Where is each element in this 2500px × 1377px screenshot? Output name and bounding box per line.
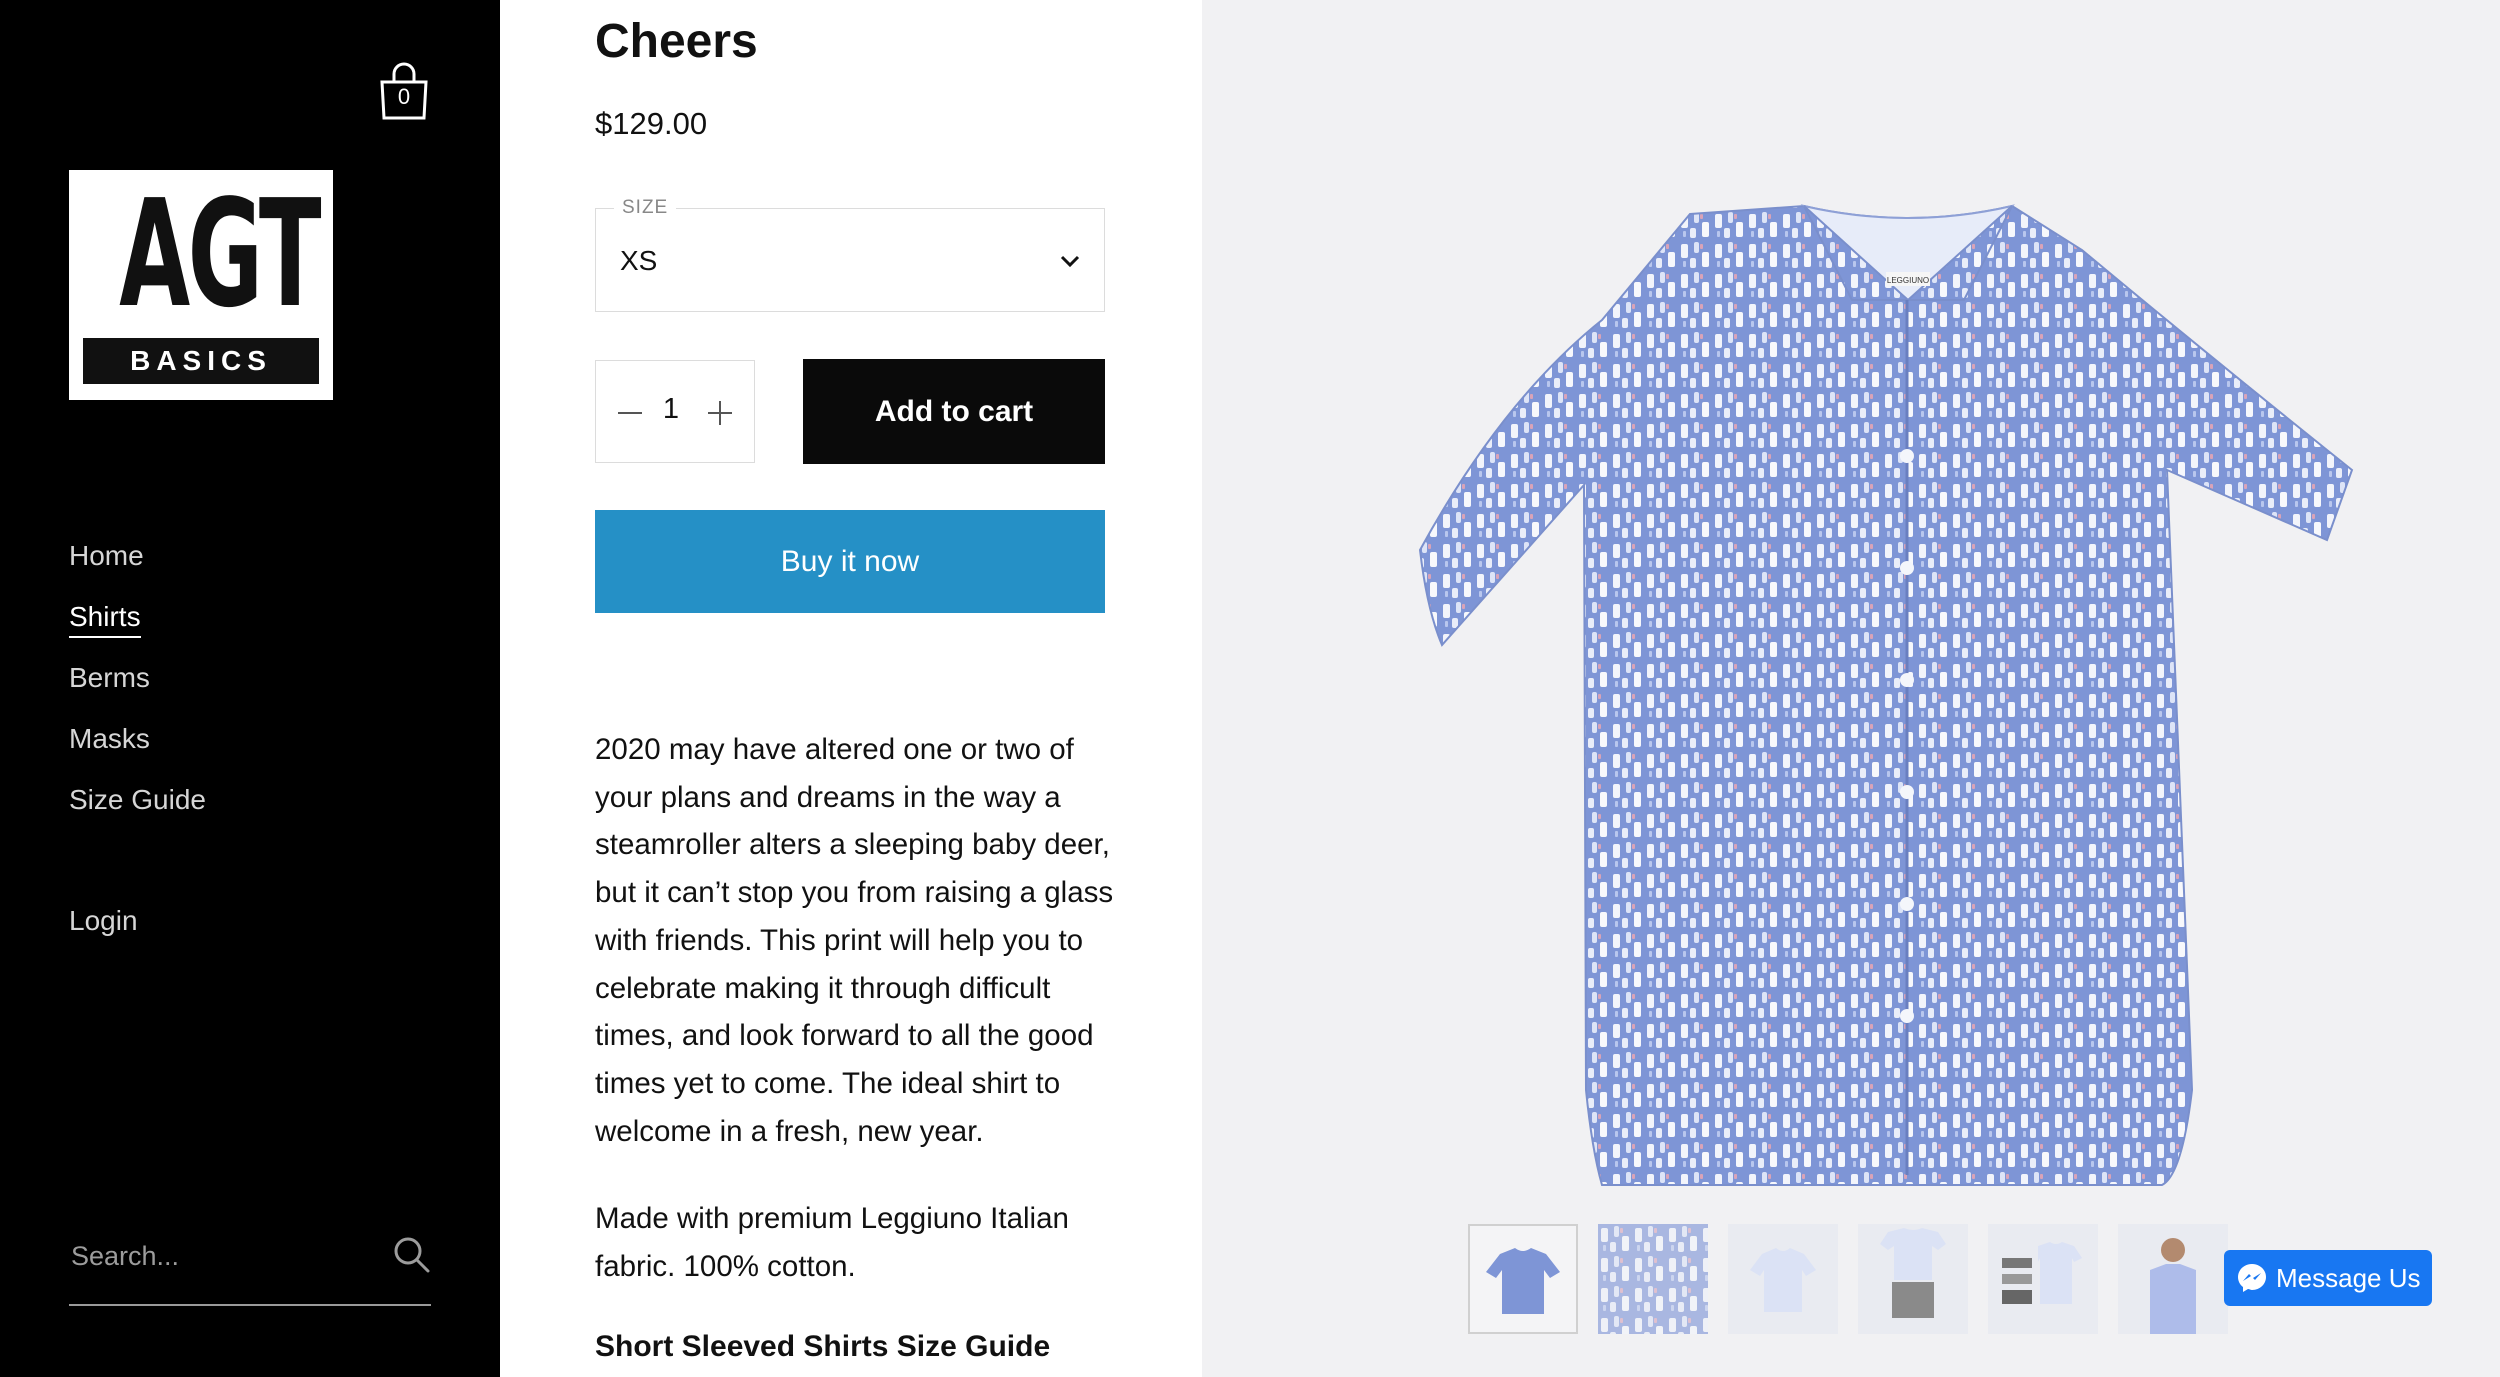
message-us-label: Message Us (2276, 1263, 2421, 1293)
size-value: XS (620, 245, 658, 276)
messenger-icon (2238, 1264, 2266, 1292)
search-icon[interactable] (391, 1234, 431, 1274)
cart-count: 0 (397, 84, 411, 109)
chevron-down-icon (1060, 255, 1080, 268)
nav-item-masks[interactable]: Masks (69, 708, 206, 769)
nav-item-label: Home (69, 540, 144, 571)
thumbnail-2[interactable] (1598, 1224, 1708, 1334)
minus-icon[interactable] (616, 399, 644, 427)
product-main-image[interactable]: LEGGIUNO (1202, 0, 2500, 1377)
nav-item-label: Size Guide (69, 784, 206, 815)
thumbnail-1[interactable] (1468, 1224, 1578, 1334)
product-title: Cheers (595, 15, 758, 68)
add-to-cart-button[interactable]: Add to cart (803, 359, 1105, 464)
nav-item-home[interactable]: Home (69, 525, 206, 586)
message-us-button[interactable]: Message Us (2224, 1250, 2432, 1306)
logo-text-basics: BASICS (130, 345, 272, 376)
nav-item-label: Masks (69, 723, 150, 754)
fabric-description: Made with premium Leggiuno Italian fabri… (595, 1202, 1069, 1283)
quantity-value[interactable]: 1 (656, 393, 686, 426)
product-price: $129.00 (595, 106, 708, 141)
plus-icon[interactable] (706, 399, 734, 427)
store-logo[interactable]: AGT BASICS (69, 170, 333, 400)
search-bar (69, 1230, 431, 1306)
size-label: SIZE (614, 197, 677, 219)
size-select[interactable]: SIZE XS (595, 197, 1105, 312)
login-link[interactable]: Login (69, 905, 138, 937)
nav-item-label: Berms (69, 662, 150, 693)
nav-item-shirts[interactable]: Shirts (69, 586, 206, 647)
buy-now-button[interactable]: Buy it now (595, 510, 1105, 613)
nav-item-berms[interactable]: Berms (69, 647, 206, 708)
product-description: 2020 may have altered one or two of your… (595, 733, 1114, 1148)
product-gallery: LEGGIUNO Message Us (1202, 0, 2500, 1377)
nav-item-size-guide[interactable]: Size Guide (69, 769, 206, 830)
thumbnail-5[interactable] (1988, 1224, 2098, 1334)
shirt-label-text: LEGGIUNO (1887, 276, 1929, 285)
main-nav: Home Shirts Berms Masks Size Guide (69, 525, 206, 830)
search-input[interactable] (69, 1230, 373, 1282)
sidebar: 0 AGT BASICS Home Shirts Berms Masks Siz… (0, 0, 500, 1377)
size-guide-heading: Short Sleeved Shirts Size Guide (595, 1330, 1051, 1363)
thumbnail-3[interactable] (1728, 1224, 1838, 1334)
thumbnail-4[interactable] (1858, 1224, 1968, 1334)
nav-item-label: Shirts (69, 601, 141, 638)
logo-text-agt: AGT (119, 168, 321, 340)
quantity-stepper: 1 (595, 360, 755, 463)
thumbnail-6[interactable] (2118, 1224, 2228, 1334)
